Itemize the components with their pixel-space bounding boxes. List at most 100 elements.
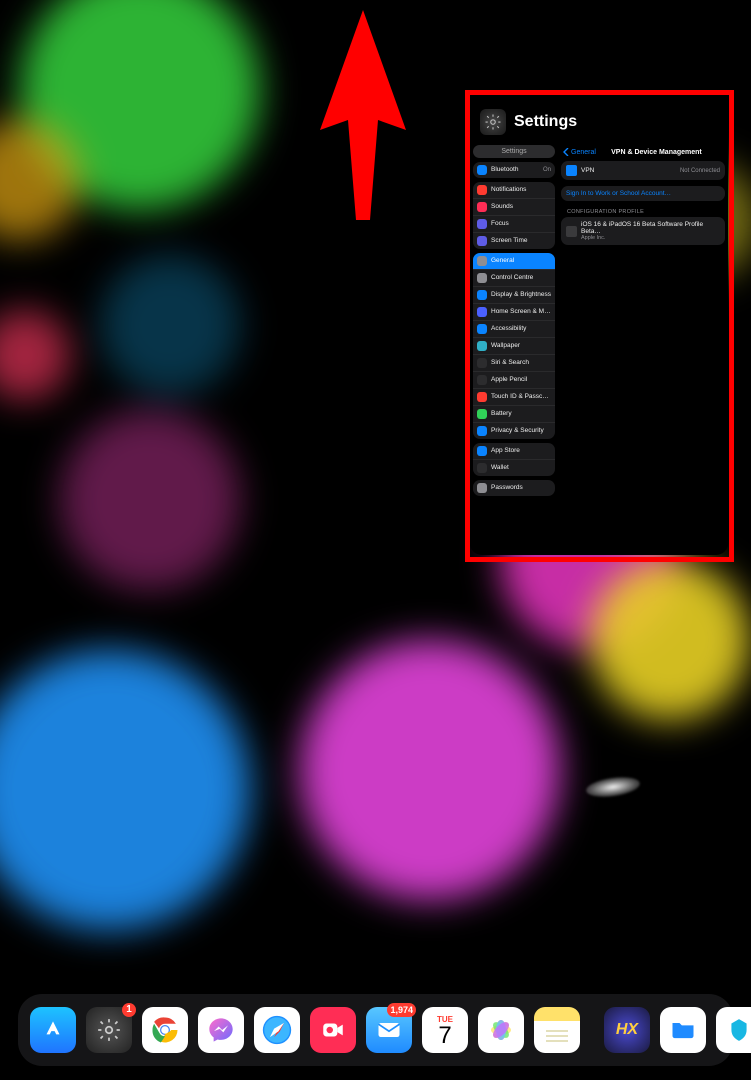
sidebar-item-label: Wallpaper <box>491 342 551 349</box>
badge: 1,974 <box>387 1003 416 1017</box>
sidebar-item-display[interactable]: Display & Brightness <box>473 286 555 303</box>
control-centre-icon <box>477 273 487 283</box>
dock-recent-hx[interactable]: HX <box>604 1007 650 1053</box>
sidebar-item-wallet[interactable]: Wallet <box>473 459 555 476</box>
dock-app-settings[interactable]: 1 <box>86 1007 132 1053</box>
bluetooth-icon <box>477 165 487 175</box>
sidebar-item-label: Display & Brightness <box>491 291 551 298</box>
sidebar-search[interactable]: Settings <box>473 145 555 158</box>
sidebar-item-accessibility[interactable]: Accessibility <box>473 320 555 337</box>
sidebar-item-wallpaper[interactable]: Wallpaper <box>473 337 555 354</box>
sounds-icon <box>477 202 487 212</box>
sidebar-item-label: Accessibility <box>491 325 551 332</box>
dock-app-photos[interactable] <box>478 1007 524 1053</box>
apple-pencil-icon <box>477 375 487 385</box>
profile-section-label: CONFIGURATION PROFILE <box>561 207 725 217</box>
sidebar-item-apple-pencil[interactable]: Apple Pencil <box>473 371 555 388</box>
sidebar-item-focus[interactable]: Focus <box>473 215 555 232</box>
settings-window[interactable]: Settings Settings Bluetooth On Notificat… <box>470 95 728 555</box>
battery-icon <box>477 409 487 419</box>
settings-title: Settings <box>514 113 577 131</box>
dock-app-mail[interactable]: 1,974 <box>366 1007 412 1053</box>
sidebar-item-label: General <box>491 257 551 264</box>
passwords-icon <box>477 483 487 493</box>
accessibility-icon <box>477 324 487 334</box>
sidebar-item-notifications[interactable]: Notifications <box>473 182 555 198</box>
sidebar-group-passwords: Passwords <box>473 480 555 496</box>
sidebar-group-store: App Store Wallet <box>473 443 555 476</box>
sidebar-item-home-screen[interactable]: Home Screen & Multitasking <box>473 303 555 320</box>
general-icon <box>477 256 487 266</box>
home-screen-icon <box>477 307 487 317</box>
dock-recent-files[interactable] <box>660 1007 706 1053</box>
sidebar-item-control-centre[interactable]: Control Centre <box>473 269 555 286</box>
vpn-status: Not Connected <box>680 168 720 174</box>
sidebar-item-privacy[interactable]: Privacy & Security <box>473 422 555 439</box>
dock-app-notes[interactable] <box>534 1007 580 1053</box>
profile-label: iOS 16 & iPadOS 16 Beta Software Profile… <box>581 221 720 235</box>
profile-group: iOS 16 & iPadOS 16 Beta Software Profile… <box>561 217 725 245</box>
gear-icon <box>96 1017 122 1043</box>
siri-icon <box>477 358 487 368</box>
sidebar-item-label: Home Screen & Multitasking <box>491 308 551 315</box>
sidebar-item-app-store[interactable]: App Store <box>473 443 555 459</box>
sidebar-item-touch-id[interactable]: Touch ID & Passcode <box>473 388 555 405</box>
sidebar-item-label: App Store <box>491 447 551 454</box>
chrome-icon <box>150 1015 180 1045</box>
detail-title: VPN & Device Management <box>611 149 702 156</box>
sidebar-item-label: Siri & Search <box>491 359 551 366</box>
sidebar-item-label: Focus <box>491 220 551 227</box>
sidebar-item-label: Bluetooth <box>491 166 539 173</box>
sidebar-group-general: General Control Centre Display & Brightn… <box>473 253 555 439</box>
settings-header: Settings <box>470 95 728 145</box>
dock-recent-app-blue[interactable] <box>716 1007 751 1053</box>
dock-app-app-store[interactable] <box>30 1007 76 1053</box>
sidebar-item-general[interactable]: General <box>473 253 555 269</box>
dock-app-messenger[interactable] <box>198 1007 244 1053</box>
notifications-icon <box>477 185 487 195</box>
mail-icon <box>375 1016 403 1044</box>
sidebar-item-sounds[interactable]: Sounds <box>473 198 555 215</box>
sidebar-group-connectivity: Bluetooth On <box>473 162 555 178</box>
hex-shield-icon <box>726 1017 751 1043</box>
sidebar-item-label: Privacy & Security <box>491 427 551 434</box>
chevron-left-icon <box>563 148 569 156</box>
focus-icon <box>477 219 487 229</box>
screen-time-icon <box>477 236 487 246</box>
vpn-row[interactable]: VPN Not Connected <box>561 161 725 180</box>
dock-app-calendar[interactable]: TUE 7 <box>422 1007 468 1053</box>
sidebar-item-trail: On <box>543 167 551 173</box>
signin-label: Sign In to Work or School Account… <box>566 190 671 197</box>
dock: 1 1,974 TUE 7 <box>18 994 733 1066</box>
display-icon <box>477 290 487 300</box>
back-button[interactable]: General <box>563 148 596 156</box>
signin-group: Sign In to Work or School Account… <box>561 186 725 201</box>
wallet-icon <box>477 463 487 473</box>
signin-row[interactable]: Sign In to Work or School Account… <box>561 186 725 201</box>
settings-detail: General VPN & Device Management VPN Not … <box>558 145 728 553</box>
sidebar-item-siri[interactable]: Siri & Search <box>473 354 555 371</box>
profile-sub: Apple Inc. <box>581 235 720 241</box>
touch-id-icon <box>477 392 487 402</box>
vpn-group: VPN Not Connected <box>561 161 725 180</box>
sidebar-item-passwords[interactable]: Passwords <box>473 480 555 496</box>
badge: 1 <box>122 1003 136 1017</box>
record-icon <box>320 1017 346 1043</box>
vpn-label: VPN <box>581 167 594 174</box>
settings-sidebar: Settings Bluetooth On Notifications Soun… <box>470 145 558 553</box>
notes-lines-icon <box>542 1029 572 1045</box>
safari-icon <box>260 1013 294 1047</box>
profile-icon <box>566 226 577 237</box>
dock-app-screen-rec[interactable] <box>310 1007 356 1053</box>
wallpaper-icon <box>477 341 487 351</box>
folder-icon <box>669 1016 697 1044</box>
sidebar-item-bluetooth[interactable]: Bluetooth On <box>473 162 555 178</box>
dock-app-safari[interactable] <box>254 1007 300 1053</box>
sidebar-item-label: Battery <box>491 410 551 417</box>
dock-app-chrome[interactable] <box>142 1007 188 1053</box>
sidebar-item-label: Control Centre <box>491 274 551 281</box>
profile-row[interactable]: iOS 16 & iPadOS 16 Beta Software Profile… <box>561 217 725 245</box>
settings-app-icon <box>480 109 506 135</box>
sidebar-item-battery[interactable]: Battery <box>473 405 555 422</box>
sidebar-item-screen-time[interactable]: Screen Time <box>473 232 555 249</box>
